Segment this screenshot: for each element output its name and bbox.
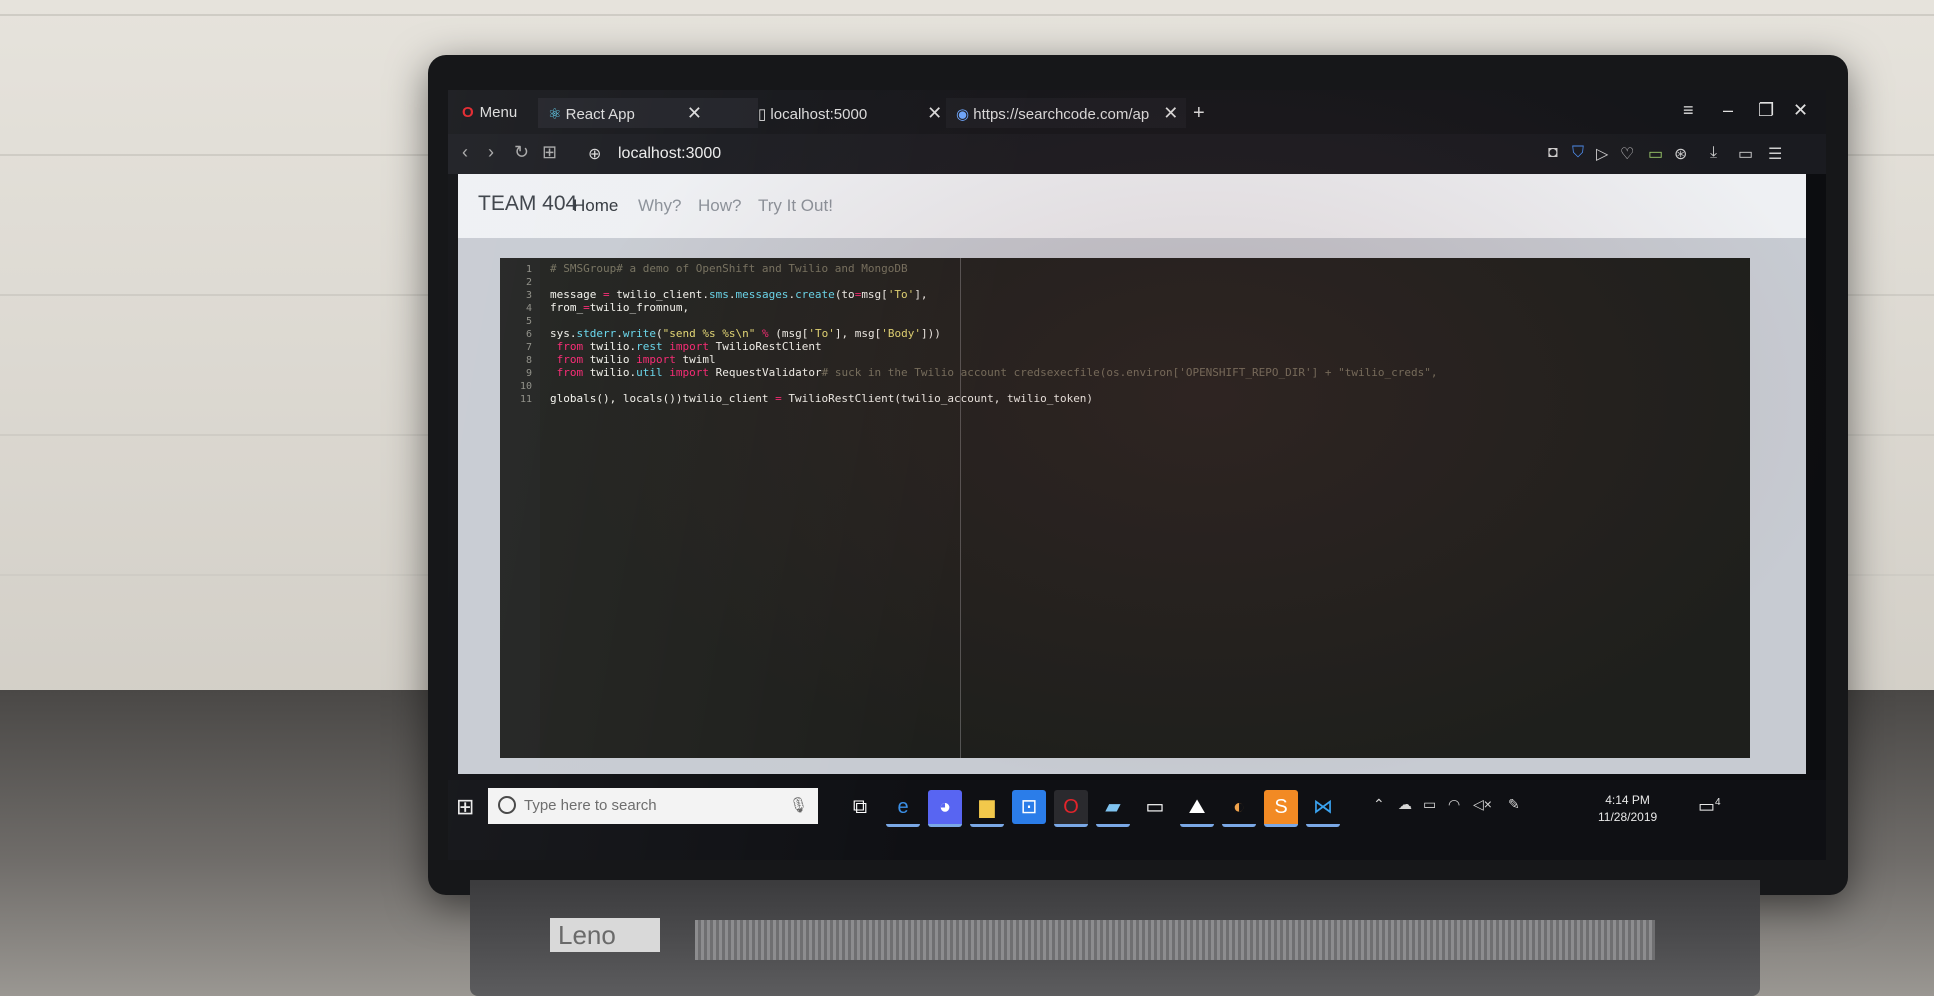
taskbar-clock[interactable]: 4:14 PM 11/28/2019	[1598, 792, 1657, 826]
send-icon[interactable]: ▷	[1596, 144, 1608, 164]
tab-title: https://searchcode.com/ap	[973, 106, 1150, 123]
line-number: 5	[525, 316, 532, 327]
edge-icon[interactable]: e	[886, 790, 920, 827]
extension-icon[interactable]: ⊛	[1674, 144, 1687, 164]
address-bar-row: ‹ › ↻ ⊞ ⊕ localhost:3000 ◘ ⛉ ▷ ♡ ▭ ⊛ ⤓ ▭…	[448, 134, 1826, 174]
laptop-screen: O Menu ⚛ React App ✕ ▯ localhost:5000 ✕ ◉ h…	[448, 90, 1826, 860]
file-explorer-icon[interactable]: ▆	[970, 790, 1004, 827]
url-field[interactable]: localhost:3000	[618, 145, 721, 163]
battery-icon[interactable]: ▭	[1423, 796, 1436, 813]
shield-icon[interactable]: ⛉	[1572, 144, 1584, 162]
photos-icon[interactable]: ⛰	[1180, 790, 1214, 827]
minimize-icon[interactable]: –	[1723, 100, 1733, 121]
cortana-icon	[498, 796, 516, 814]
line-number: 6	[525, 329, 532, 340]
tab-searchcode[interactable]: ◉ https://searchcode.com/ap ✕	[946, 98, 1186, 128]
restore-icon[interactable]: ❐	[1758, 100, 1774, 121]
code-line: from twilio.rest import TwilioRestClient	[556, 340, 822, 353]
line-number: 9	[525, 368, 532, 379]
opera-icon[interactable]: O	[1054, 790, 1088, 827]
search-placeholder: Type here to search	[524, 797, 657, 814]
clock-time: 4:14 PM	[1605, 793, 1650, 807]
heart-icon[interactable]: ♡	[1620, 144, 1634, 164]
menu-label: Menu	[479, 104, 518, 121]
notification-count: 4	[1715, 797, 1721, 808]
taskbar-search-box[interactable]: Type here to search 🎙	[488, 788, 818, 824]
tab-title: React App	[565, 106, 635, 123]
line-number: 4	[525, 303, 532, 314]
tab-localhost-5000[interactable]: ▯ localhost:5000 ✕	[748, 98, 942, 128]
windows-taskbar: ⊞ Type here to search 🎙 ⧉ e ◕ ▆ ⊡ O ▰ ▭ …	[448, 780, 1826, 860]
volume-muted-icon[interactable]: ◁×	[1473, 796, 1492, 813]
opera-menu-button[interactable]: O Menu	[462, 98, 517, 128]
laptop-base: Leno	[470, 880, 1760, 996]
tab-react-app[interactable]: ⚛ React App ✕	[538, 98, 758, 128]
close-tab-icon[interactable]: ✕	[927, 103, 942, 123]
navbar: TEAM 404 Home Why? How? Try It Out!	[458, 174, 1806, 238]
line-number: 11	[519, 394, 532, 405]
code-line: from twilio.util import RequestValidator…	[556, 366, 1438, 379]
opera-logo-icon: O	[462, 104, 474, 121]
line-number: 7	[525, 342, 532, 353]
pen-icon[interactable]: ✎	[1508, 796, 1520, 813]
microphone-icon[interactable]: 🎙	[789, 796, 808, 814]
browser-tab-strip: O Menu ⚛ React App ✕ ▯ localhost:5000 ✕ ◉ h…	[448, 90, 1826, 134]
globe-icon: ⊕	[588, 146, 602, 163]
line-number: 3	[525, 290, 532, 301]
reload-icon[interactable]: ↻	[514, 142, 529, 163]
editor-cursor-line	[960, 258, 961, 758]
code-line: from_=twilio_fromnum,	[550, 301, 690, 314]
nav-try-it-out[interactable]: Try It Out!	[758, 196, 833, 216]
code-line: from twilio import twiml	[556, 353, 716, 366]
wifi-icon[interactable]: ◠	[1448, 796, 1460, 813]
laptop-brand-label: Leno	[550, 918, 660, 952]
web-page: TEAM 404 Home Why? How? Try It Out! 1 2 …	[458, 174, 1806, 774]
line-number: 8	[525, 355, 532, 366]
terminal-icon[interactable]: ▭	[1138, 790, 1172, 824]
camera-icon[interactable]: ◘	[1548, 144, 1558, 162]
code-line: # SMSGroup# a demo of OpenShift and Twil…	[550, 262, 908, 275]
line-number: 2	[525, 277, 532, 288]
nav-home[interactable]: Home	[573, 196, 618, 216]
site-icon: ◉	[956, 106, 974, 123]
page-icon: ▯	[758, 106, 771, 123]
cloud-icon[interactable]: ☁	[1398, 796, 1412, 813]
code-line: sys.stderr.write("send %s %s\n" % (msg['…	[550, 327, 941, 340]
task-view-icon[interactable]: ⧉	[843, 790, 877, 824]
react-icon: ⚛	[548, 106, 566, 123]
navbar-brand[interactable]: TEAM 404	[478, 192, 577, 216]
clock-date: 11/28/2019	[1598, 810, 1658, 824]
code-line: globals(), locals())twilio_client = Twil…	[550, 392, 1094, 405]
laptop-speaker-grille	[695, 920, 1655, 960]
windows-start-icon[interactable]: ⊞	[456, 794, 474, 820]
line-number-gutter: 1 2 3 4 5 6 7 8 9 10 11	[500, 258, 540, 758]
settings-menu-icon[interactable]: ☰	[1768, 144, 1782, 164]
vscode-icon[interactable]: ⋈	[1306, 790, 1340, 827]
code-editor[interactable]: 1 2 3 4 5 6 7 8 9 10 11 # SMSGroup# a de…	[500, 258, 1750, 758]
line-number: 10	[519, 381, 532, 392]
sublime-icon[interactable]: S	[1264, 790, 1298, 827]
close-tab-icon[interactable]: ✕	[1163, 103, 1178, 123]
battery-icon[interactable]: ▭	[1738, 144, 1753, 164]
download-icon[interactable]: ⤓	[1710, 144, 1717, 162]
back-arrow-icon[interactable]: ‹	[462, 142, 468, 163]
chevron-up-icon[interactable]: ⌃	[1373, 796, 1385, 813]
chat-icon[interactable]: ▭	[1648, 144, 1663, 164]
forward-arrow-icon[interactable]: ›	[488, 142, 494, 163]
nav-how[interactable]: How?	[698, 196, 741, 216]
notes-icon[interactable]: ▰	[1096, 790, 1130, 827]
discord-icon[interactable]: ◕	[928, 790, 962, 827]
close-tab-icon[interactable]: ✕	[687, 103, 702, 123]
store-icon[interactable]: ⊡	[1012, 790, 1046, 824]
nav-why[interactable]: Why?	[638, 196, 681, 216]
code-line: message = twilio_client.sms.messages.cre…	[550, 288, 928, 301]
tab-menu-icon[interactable]: ≡	[1683, 100, 1694, 121]
notification-center-icon[interactable]: ▭4	[1698, 796, 1721, 817]
close-window-icon[interactable]: ✕	[1793, 100, 1808, 121]
eclipse-icon[interactable]: ◐	[1222, 790, 1256, 827]
line-number: 1	[525, 264, 532, 275]
tab-title: localhost:5000	[770, 106, 868, 123]
grid-icon[interactable]: ⊞	[542, 142, 557, 163]
new-tab-button[interactable]: +	[1193, 98, 1205, 128]
